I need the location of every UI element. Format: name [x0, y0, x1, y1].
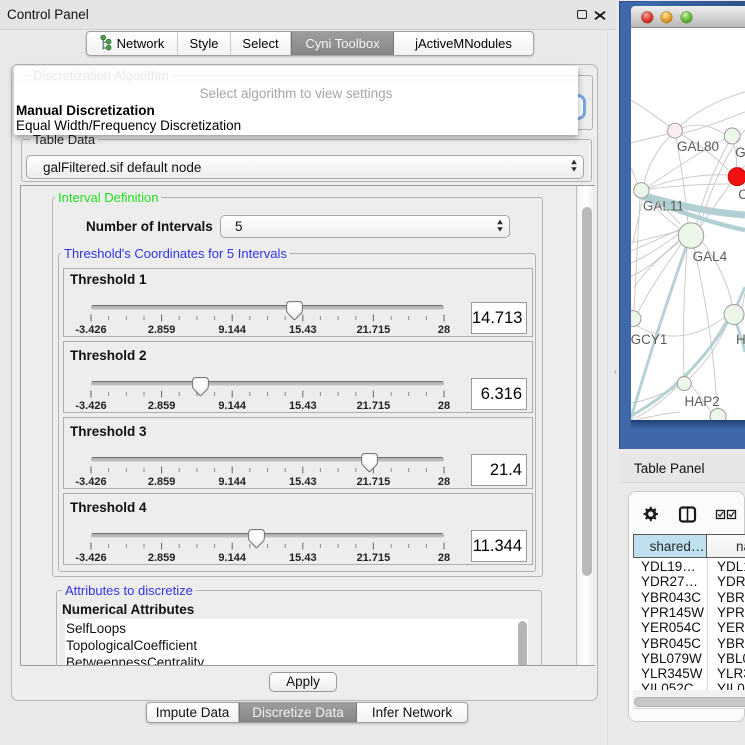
svg-text:HAP2: HAP2 — [685, 394, 720, 409]
svg-text:GAL11: GAL11 — [643, 199, 684, 214]
svg-text:GA: GA — [735, 145, 745, 160]
svg-text:C: C — [738, 187, 745, 202]
svg-text:GCY1: GCY1 — [631, 332, 667, 347]
svg-text:GAL4: GAL4 — [693, 249, 728, 264]
svg-text:H: H — [736, 332, 745, 347]
svg-text:GAL80: GAL80 — [677, 139, 719, 154]
